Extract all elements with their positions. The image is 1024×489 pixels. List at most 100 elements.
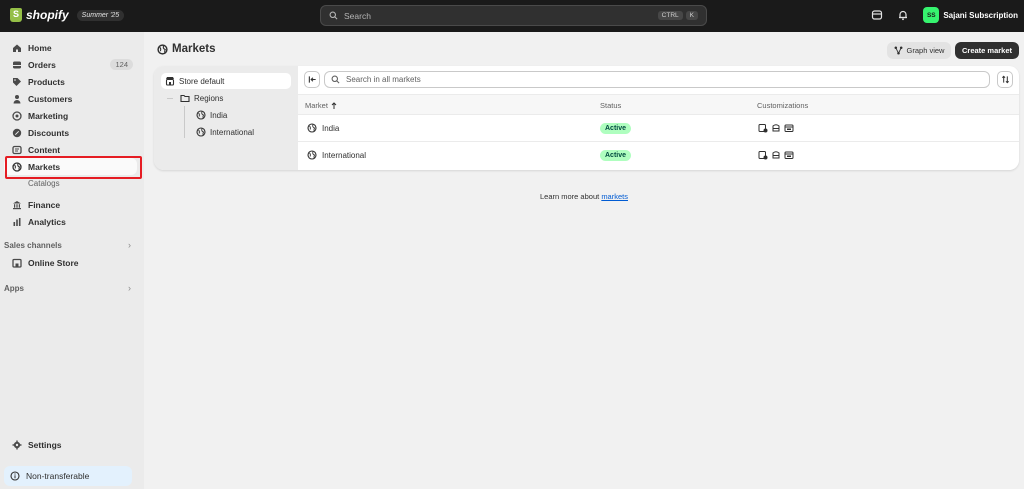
sidebar-item-finance[interactable]: Finance xyxy=(4,196,137,213)
status-cell: Active xyxy=(600,123,632,134)
person-icon xyxy=(13,94,21,103)
status-badge: Active xyxy=(600,123,632,134)
markets-help-link[interactable]: markets xyxy=(601,192,628,201)
graph-view-button[interactable]: Graph view xyxy=(887,42,951,59)
gear-icon xyxy=(12,440,22,449)
sidebar-item-label: Marketing xyxy=(28,110,69,121)
create-market-button[interactable]: Create market xyxy=(955,42,1019,59)
sort-asc-icon xyxy=(331,101,337,109)
column-header-label: Customizations xyxy=(757,101,809,110)
sidebar-item-online-store[interactable]: Online Store xyxy=(4,254,137,271)
chevron-right-icon[interactable]: › xyxy=(128,283,131,293)
sidebar-item-marketing[interactable]: Marketing xyxy=(4,107,137,124)
sidebar-item-label: Analytics xyxy=(28,216,66,227)
customizations-cell xyxy=(758,123,794,133)
column-header-label: Market xyxy=(305,101,328,110)
orders-count-badge: 124 xyxy=(110,59,133,70)
top-right-controls: SS Sajani Subscription xyxy=(871,7,1018,23)
storefront-icon xyxy=(12,258,22,268)
avatar: SS xyxy=(923,7,940,23)
folder-icon xyxy=(180,94,190,103)
markets-search[interactable] xyxy=(324,71,990,88)
bank-icon xyxy=(13,200,21,209)
global-search[interactable]: Search CTRL K xyxy=(320,5,707,26)
sidebar-item-orders[interactable]: Orders 124 xyxy=(4,56,137,73)
target-icon xyxy=(12,110,22,121)
collapse-sidebar-button[interactable] xyxy=(304,71,320,88)
theme-icon xyxy=(772,151,780,159)
globe-icon xyxy=(307,123,317,133)
sidebar: Home Orders 124 Products Customers Marke… xyxy=(0,32,144,489)
market-cell: India xyxy=(307,123,339,133)
collapse-left-icon xyxy=(308,76,316,83)
sidebar-item-customers[interactable]: Customers xyxy=(4,90,137,107)
table-row[interactable]: India Active xyxy=(298,115,1019,142)
markets-highlight-box xyxy=(5,156,142,179)
info-icon xyxy=(10,471,20,481)
sidebar-item-label: Orders xyxy=(28,59,56,70)
store-icon xyxy=(165,77,175,86)
domain-icon xyxy=(784,124,794,132)
table-row[interactable]: International Active xyxy=(298,142,1019,169)
shortcut-ctrl: CTRL xyxy=(657,11,683,20)
sidebar-item-settings[interactable]: Settings xyxy=(4,436,137,453)
sidebar-item-label: Customers xyxy=(28,93,73,104)
user-name: Sajani Subscription xyxy=(943,10,1018,20)
markets-search-input[interactable] xyxy=(346,75,946,84)
column-header-label: Status xyxy=(600,101,622,110)
globe-icon xyxy=(196,110,206,120)
sidebar-item-label: Settings xyxy=(28,439,62,450)
user-menu[interactable]: SS Sajani Subscription xyxy=(923,7,1018,23)
globe-icon xyxy=(157,43,168,55)
brand-name: shopify xyxy=(26,8,69,22)
status-cell: Active xyxy=(600,150,632,161)
column-header-customizations: Customizations xyxy=(757,101,808,110)
tree-item-label: Store default xyxy=(179,76,225,86)
tree-item-label: Regions xyxy=(194,93,224,103)
shopify-bag-icon xyxy=(10,8,22,22)
market-name: India xyxy=(322,123,340,133)
markets-table-panel: Market Status Customizations India Activ… xyxy=(298,66,1019,170)
sidebar-item-label: Content xyxy=(28,144,61,155)
graph-icon xyxy=(894,46,902,55)
sidebar-subitem-catalogs[interactable]: Catalogs xyxy=(28,179,60,188)
top-bar: shopify Summer '25 Search CTRL K SS Saja… xyxy=(0,0,1024,32)
store-switcher-icon[interactable] xyxy=(871,9,883,21)
sidebar-item-analytics[interactable]: Analytics xyxy=(4,213,137,230)
globe-icon xyxy=(307,150,317,160)
tree-item-label: India xyxy=(210,110,228,120)
discount-icon xyxy=(12,128,22,137)
tree-item-label: International xyxy=(210,127,255,137)
edition-badge: Summer '25 xyxy=(76,9,125,21)
sidebar-item-discounts[interactable]: Discounts xyxy=(4,124,137,141)
tree-item-international[interactable]: International xyxy=(196,127,254,137)
apps-label: Apps xyxy=(4,284,24,293)
column-header-status: Status xyxy=(600,101,621,110)
market-name: International xyxy=(322,150,367,160)
tree-item-regions[interactable]: Regions xyxy=(180,93,223,103)
shopify-logo[interactable]: shopify Summer '25 xyxy=(10,8,125,22)
tree-item-india[interactable]: India xyxy=(196,110,227,120)
sidebar-item-label: Products xyxy=(28,76,65,87)
sidebar-item-home[interactable]: Home xyxy=(4,39,137,56)
orders-icon xyxy=(13,61,21,68)
sort-button[interactable] xyxy=(997,71,1013,88)
graph-view-label: Graph view xyxy=(906,46,945,55)
tree-item-store-default[interactable]: Store default xyxy=(161,73,291,89)
sidebar-item-label: Finance xyxy=(28,199,61,210)
customizations-cell xyxy=(758,150,794,160)
page-title: Markets xyxy=(157,43,215,55)
column-header-market[interactable]: Market xyxy=(305,101,337,110)
bell-icon[interactable] xyxy=(897,9,909,21)
search-icon xyxy=(331,75,340,84)
sidebar-item-label: Online Store xyxy=(28,257,79,268)
market-tree: Store default Regions India Internationa… xyxy=(154,66,298,170)
sidebar-item-products[interactable]: Products xyxy=(4,73,137,90)
globe-icon xyxy=(196,127,206,137)
catalog-icon xyxy=(758,151,768,160)
learn-more-text: Learn more about markets xyxy=(144,192,1024,201)
content-icon xyxy=(12,145,22,154)
chevron-right-icon[interactable]: › xyxy=(128,240,131,250)
non-transferable-banner[interactable]: Non-transferable xyxy=(4,466,132,486)
bar-chart-icon xyxy=(13,217,21,226)
